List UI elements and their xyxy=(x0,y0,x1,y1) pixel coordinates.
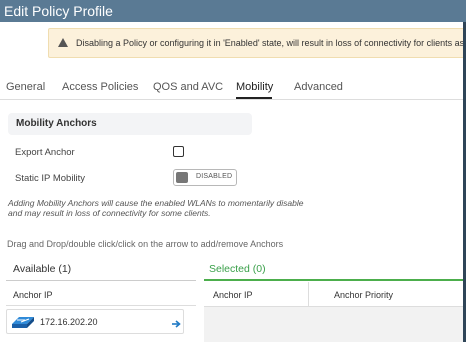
available-header-divider xyxy=(6,305,196,306)
active-tab-indicator xyxy=(236,97,272,99)
mobility-warning-note: Adding Mobility Anchors will cause the e… xyxy=(8,198,304,218)
warning-triangle-icon xyxy=(58,38,68,47)
static-ip-mobility-toggle[interactable]: DISABLED xyxy=(173,169,237,186)
anchor-ip-value: 172.16.202.20 xyxy=(40,317,98,327)
export-anchor-label: Export Anchor xyxy=(15,147,75,158)
add-anchor-arrow-icon[interactable] xyxy=(171,316,181,334)
window-title: Edit Policy Profile xyxy=(0,0,466,22)
network-device-icon xyxy=(11,315,35,334)
tab-access-policies[interactable]: Access Policies xyxy=(62,81,138,93)
drag-drop-hint: Drag and Drop/double click/click on the … xyxy=(7,239,284,249)
mobility-anchors-heading: Mobility Anchors xyxy=(8,113,252,135)
selected-list-empty[interactable] xyxy=(204,307,466,342)
tab-mobility[interactable]: Mobility xyxy=(236,81,273,93)
export-anchor-checkbox[interactable] xyxy=(173,146,184,157)
tab-bar: General Access Policies QOS and AVC Mobi… xyxy=(0,77,466,100)
selected-title: Selected (0) xyxy=(209,263,266,275)
tab-advanced[interactable]: Advanced xyxy=(294,81,343,93)
selected-table-header: Anchor IP Anchor Priority xyxy=(204,282,466,307)
available-column-anchor-ip: Anchor IP xyxy=(13,290,53,300)
selected-accent-line xyxy=(204,279,466,281)
selected-column-anchor-ip[interactable]: Anchor IP xyxy=(213,290,253,300)
tab-qos-and-avc[interactable]: QOS and AVC xyxy=(153,81,223,93)
tab-general[interactable]: General xyxy=(6,81,45,93)
available-anchor-item[interactable]: 172.16.202.20 xyxy=(6,309,184,334)
selected-column-anchor-priority[interactable]: Anchor Priority xyxy=(334,290,393,300)
available-divider xyxy=(6,280,196,281)
warning-banner: Disabling a Policy or configuring it in … xyxy=(48,28,466,58)
toggle-state-text: DISABLED xyxy=(196,173,233,180)
available-title: Available (1) xyxy=(13,263,72,275)
toggle-knob xyxy=(176,172,188,183)
warning-text: Disabling a Policy or configuring it in … xyxy=(76,38,466,48)
static-ip-mobility-label: Static IP Mobility xyxy=(15,173,86,184)
column-divider xyxy=(308,282,309,306)
